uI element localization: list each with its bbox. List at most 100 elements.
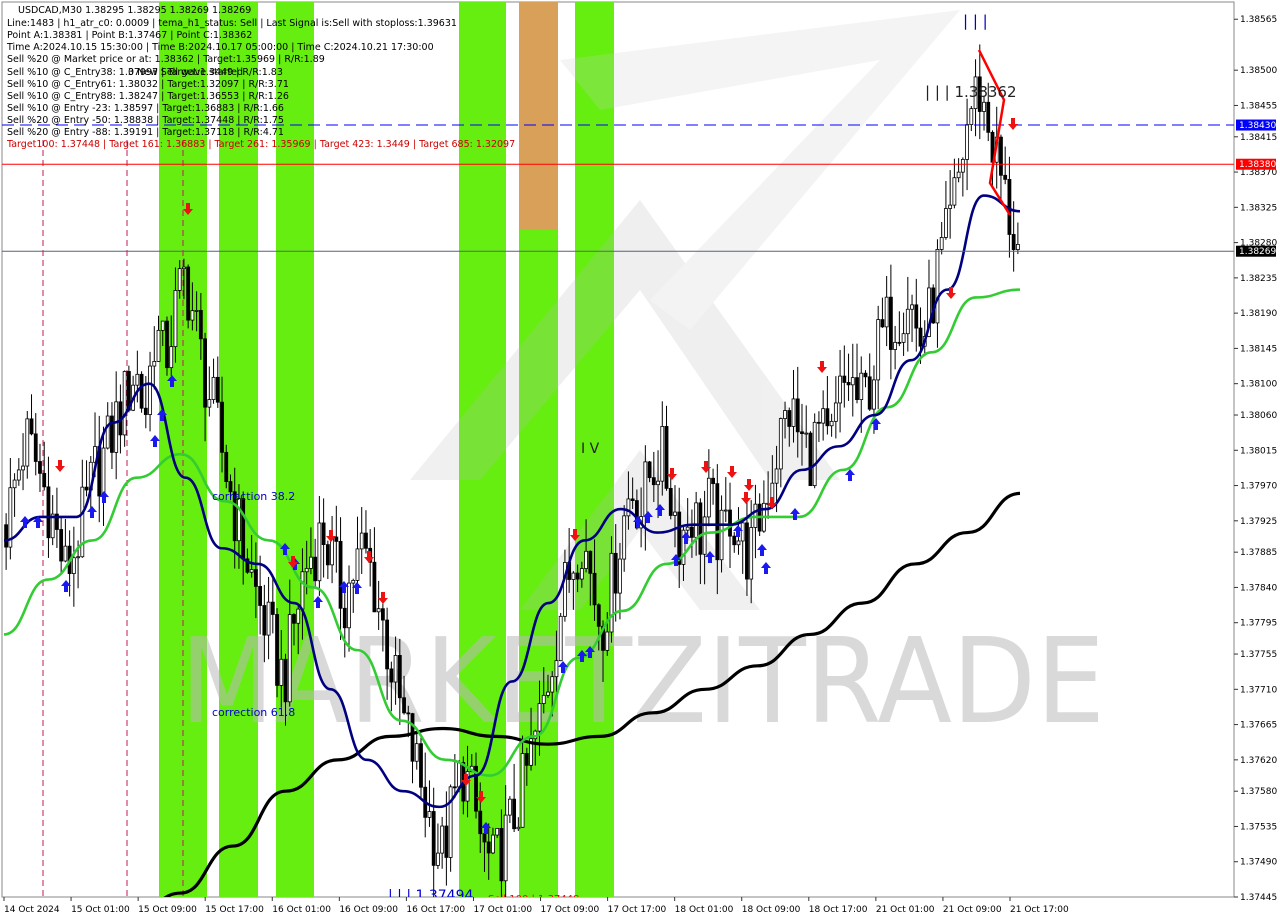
x-tick-label: 15 Oct 17:00 [205,905,264,915]
candle-body [905,308,910,335]
info-line-11: Target100: 1.37448 | Target 161: 1.36883… [6,139,515,150]
candle-body [275,614,279,686]
candle-body [25,418,30,467]
y-tick-label: 1.37970 [1240,482,1277,492]
candle-body [897,341,902,344]
candle-body [685,526,690,531]
candle-body [241,498,246,560]
y-tick-label: 1.37445 [1240,893,1277,903]
candle-body [706,477,711,518]
candle-body [309,556,313,569]
candle-body [647,461,652,479]
info-line-7: Sell %10 @ C_Entry88: 1.38247 | Target:1… [7,91,289,102]
entry-price-label: 1.38430 [1239,121,1276,131]
candle-body [516,826,521,830]
candle-body [626,498,631,517]
candle-body [876,319,881,381]
watermark-text: MARKETZITRADE [180,612,1105,750]
candle-body [135,373,140,386]
candle-body [42,472,47,488]
candle-body [668,487,673,516]
candle-body [63,545,68,562]
candle-body [287,614,292,703]
candle-body [478,810,483,835]
candle-body [618,558,622,594]
candle-body [690,526,694,538]
candle-body [105,415,110,449]
candle-body [918,327,923,347]
candle-body [808,432,813,487]
candle-body [258,586,263,606]
info-line-2: Point A:1.38381 | Point B:1.37467 | Poin… [7,30,252,41]
y-tick-label: 1.38060 [1240,411,1277,421]
candle-body [723,509,728,512]
candle-body [965,124,969,160]
candle-body [292,614,296,624]
wave-iii-label: | | | [963,12,988,30]
y-tick-label: 1.38015 [1240,446,1277,456]
candle-body [613,552,618,594]
candle-body [986,101,991,133]
candle-body [524,753,529,766]
candle-body [270,601,275,615]
candle-body [457,762,461,788]
candle-body [427,811,432,818]
candle-body [317,522,322,582]
candle-body [715,483,720,561]
x-tick-label: 18 Oct 01:00 [675,905,734,915]
candle-body [444,825,449,858]
candle-body [419,743,423,788]
x-tick-label: 21 Oct 01:00 [876,905,935,915]
candle-body [825,408,830,427]
candle [275,608,279,698]
candle-body [211,376,216,400]
candle-body [364,532,368,549]
y-tick-label: 1.37840 [1240,583,1277,593]
candle-body [804,432,809,435]
candle-body [622,515,627,560]
price-chart: MARKETZITRADE | | | 1.38362 | | | I V co… [1,1,1277,915]
candle-body [596,604,601,627]
candle-body [838,375,842,404]
candle-body [651,477,656,486]
candle-body [372,561,377,613]
stop-price-label: 1.38380 [1239,160,1276,170]
candle-body [110,415,114,453]
candle-body [76,556,80,559]
x-tick-label: 21 Oct 17:00 [1010,905,1069,915]
candle-body [334,536,339,542]
info-line-3: Time A:2024.10.15 15:30:00 | Time B:2024… [6,42,434,53]
candle [165,316,169,376]
orange-zone [519,2,558,230]
candle-body [156,329,161,362]
candle-body [414,743,419,762]
candle-body [664,426,669,489]
candle-body [588,550,593,574]
x-tick-label: 16 Oct 09:00 [339,905,398,915]
candle-body [143,407,148,415]
candle-body [711,477,715,485]
candle-body [821,408,826,424]
current-price-label: 1.38269 [1239,247,1276,257]
candle-body [338,540,343,609]
candle-body [787,410,792,427]
candle-body [4,524,9,548]
correction-38-label: correction 38.2 [212,490,295,503]
candle-body [46,486,51,539]
candle-body [503,814,508,882]
candle-body [355,548,360,581]
candle-body [541,694,546,704]
candle-body [397,655,402,699]
candle-body [736,540,741,546]
candle-body [999,136,1003,176]
info-line-9: Sell %20 @ Entry -50: 1.38838 | Target:1… [7,115,284,126]
candle-body [389,668,394,683]
y-tick-label: 1.38500 [1240,66,1277,76]
candle-body [347,582,351,629]
candle-body [253,569,258,587]
candle-body [38,461,42,474]
candle-body [698,502,703,555]
x-tick-label: 16 Oct 01:00 [272,905,331,915]
candle-body [546,691,550,696]
candle-body [935,249,940,324]
